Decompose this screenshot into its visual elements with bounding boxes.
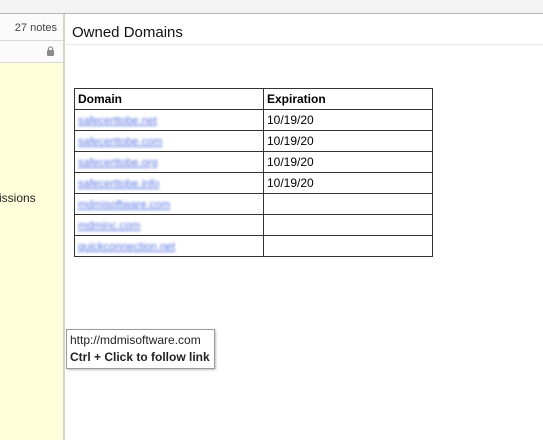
link-tooltip: http://mdmisoftware.com Ctrl + Click to …	[66, 329, 215, 369]
table-row: mdminc.com	[74, 214, 433, 236]
domain-cell[interactable]: safecerttobe.net	[74, 109, 264, 131]
expiration-cell[interactable]: 10/19/20	[263, 109, 433, 131]
expiration-cell[interactable]	[263, 193, 433, 215]
top-toolbar-strip	[0, 0, 543, 14]
domain-link[interactable]: safecerttobe.info	[78, 178, 159, 190]
note-list-header: 27 notes	[0, 14, 63, 41]
domain-link[interactable]: safecerttobe.com	[78, 136, 162, 148]
column-header-domain: Domain	[74, 88, 264, 110]
domain-cell[interactable]: mdmisoftware.com	[74, 193, 264, 215]
expiration-cell[interactable]	[263, 235, 433, 257]
expiration-cell[interactable]: 10/19/20	[263, 151, 433, 173]
table-row: safecerttobe.info 10/19/20	[74, 172, 433, 194]
note-list-sidebar: 27 notes issions	[0, 14, 65, 440]
column-header-expiration: Expiration	[263, 88, 433, 110]
title-divider	[66, 44, 543, 45]
expiration-cell[interactable]	[263, 214, 433, 236]
table-row: safecerttobe.com 10/19/20	[74, 130, 433, 152]
domain-link[interactable]: safecerttobe.org	[78, 157, 158, 169]
table-row: mdmisoftware.com	[74, 193, 433, 215]
note-list-subheader	[0, 41, 63, 63]
table-row: safecerttobe.net 10/19/20	[74, 109, 433, 131]
domain-link[interactable]: quickconnection.net	[78, 241, 175, 253]
domain-cell[interactable]: mdminc.com	[74, 214, 264, 236]
sidebar-item-label[interactable]: issions	[0, 191, 36, 205]
tooltip-url: http://mdmisoftware.com	[70, 333, 201, 347]
domain-cell[interactable]: quickconnection.net	[74, 235, 264, 257]
tooltip-hint: Ctrl + Click to follow link	[70, 350, 210, 364]
lock-icon[interactable]	[46, 46, 55, 56]
domain-cell[interactable]: safecerttobe.org	[74, 151, 264, 173]
domain-link[interactable]: mdmisoftware.com	[78, 199, 170, 211]
domain-link[interactable]: safecerttobe.net	[78, 115, 157, 127]
note-count: 27 notes	[14, 22, 57, 34]
expiration-cell[interactable]: 10/19/20	[263, 130, 433, 152]
domain-cell[interactable]: safecerttobe.info	[74, 172, 264, 194]
expiration-cell[interactable]: 10/19/20	[263, 172, 433, 194]
page-title[interactable]: Owned Domains	[72, 24, 183, 41]
table-header-row: Domain Expiration	[74, 88, 433, 110]
domain-cell[interactable]: safecerttobe.com	[74, 130, 264, 152]
table-row: quickconnection.net	[74, 235, 433, 257]
domain-link[interactable]: mdminc.com	[78, 220, 140, 232]
domains-table: Domain Expiration safecerttobe.net 10/19…	[74, 88, 433, 257]
table-row: safecerttobe.org 10/19/20	[74, 151, 433, 173]
note-page: Owned Domains Domain Expiration safecert…	[66, 14, 543, 440]
